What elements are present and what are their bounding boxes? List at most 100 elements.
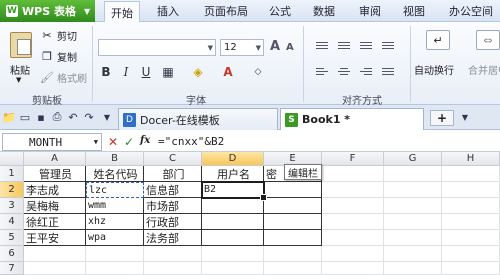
cell-b3[interactable]: wmm	[86, 198, 144, 214]
app-menu-button[interactable]: W WPS 表格 ▼	[0, 0, 95, 22]
cell-f3[interactable]	[322, 198, 384, 214]
cell-h6[interactable]	[442, 246, 500, 262]
shrink-font-button[interactable]: A	[286, 42, 294, 53]
text-direction-icon[interactable]	[380, 38, 396, 52]
cell-b5[interactable]: wpa	[86, 230, 144, 246]
column-header-f[interactable]: F	[322, 152, 384, 166]
paste-button[interactable]: 粘贴 ▼	[2, 24, 38, 88]
cell-c1[interactable]: 部门	[144, 166, 202, 182]
align-bottom-icon[interactable]	[358, 38, 374, 52]
cell-d4[interactable]	[202, 214, 264, 230]
tab-formulas[interactable]: 公式	[262, 0, 298, 22]
cell-g6[interactable]	[384, 246, 442, 262]
row-header-1[interactable]: 1	[0, 166, 24, 182]
cell-e2[interactable]	[264, 182, 322, 198]
chevron-down-icon[interactable]: ▼	[458, 110, 472, 124]
cell-d1[interactable]: 用户名	[202, 166, 264, 182]
cell-h4[interactable]	[442, 214, 500, 230]
merge-center-button[interactable]: 合并居中	[468, 62, 500, 77]
cell-g7[interactable]	[384, 262, 442, 275]
border-icon[interactable]: ▦	[160, 64, 176, 80]
justify-icon[interactable]	[380, 64, 396, 78]
cell-g1[interactable]	[384, 166, 442, 182]
cell-a4[interactable]: 徐红正	[24, 214, 86, 230]
cell-h2[interactable]	[442, 182, 500, 198]
cell-a1[interactable]: 管理员	[24, 166, 86, 182]
row-header-3[interactable]: 3	[0, 198, 24, 214]
cell-d7[interactable]	[202, 262, 264, 275]
cell-e7[interactable]	[264, 262, 322, 275]
cell-c3[interactable]: 市场部	[144, 198, 202, 214]
folder-icon[interactable]: 📁	[2, 110, 16, 124]
cell-a6[interactable]	[24, 246, 86, 262]
cancel-icon[interactable]: ✕	[108, 135, 118, 149]
row-header-7[interactable]: 7	[0, 262, 24, 275]
cell-b2[interactable]: lzc	[86, 182, 144, 198]
italic-button[interactable]: I	[118, 64, 134, 80]
cell-f7[interactable]	[322, 262, 384, 275]
underline-button[interactable]: U	[138, 64, 154, 80]
row-header-2[interactable]: 2	[0, 182, 24, 198]
cell-e5[interactable]	[264, 230, 322, 246]
save-icon[interactable]: ▪	[34, 110, 48, 124]
cell-h7[interactable]	[442, 262, 500, 275]
cell-c7[interactable]	[144, 262, 202, 275]
tab-page-layout[interactable]: 页面布局	[196, 0, 256, 22]
tab-view[interactable]: 视图	[396, 0, 432, 22]
cell-e4[interactable]	[264, 214, 322, 230]
column-header-g[interactable]: G	[384, 152, 442, 166]
cell-h5[interactable]	[442, 230, 500, 246]
cell-a3[interactable]: 吴梅梅	[24, 198, 86, 214]
column-header-h[interactable]: H	[442, 152, 500, 166]
cell-c4[interactable]: 行政部	[144, 214, 202, 230]
select-all-corner[interactable]	[0, 152, 24, 166]
tab-office-space[interactable]: 办公空间	[442, 0, 500, 22]
font-color-icon[interactable]: A	[220, 64, 236, 80]
new-tab-button[interactable]: +	[430, 110, 454, 126]
cell-h1[interactable]	[442, 166, 500, 182]
cell-d6[interactable]	[202, 246, 264, 262]
cell-d2[interactable]: B2	[202, 182, 264, 198]
cell-e3[interactable]	[264, 198, 322, 214]
row-header-6[interactable]: 6	[0, 246, 24, 262]
formula-input[interactable]: ="cnxx"&B2	[158, 135, 224, 148]
column-header-c[interactable]: C	[144, 152, 202, 166]
wrap-text-icon[interactable]: ↵	[426, 30, 450, 50]
cell-b4[interactable]: xhz	[86, 214, 144, 230]
cell-g3[interactable]	[384, 198, 442, 214]
cell-f6[interactable]	[322, 246, 384, 262]
tab-docer-templates[interactable]: D Docer-在线模板	[118, 108, 278, 130]
align-top-icon[interactable]	[314, 38, 330, 52]
tab-book1[interactable]: S Book1 *	[280, 108, 424, 130]
cell-d5[interactable]	[202, 230, 264, 246]
cell-a2[interactable]: 李志成	[24, 182, 86, 198]
cell-g2[interactable]	[384, 182, 442, 198]
grow-font-button[interactable]: A	[270, 39, 280, 54]
insert-function-icon[interactable]: fx	[140, 135, 150, 146]
cell-a7[interactable]	[24, 262, 86, 275]
cell-c2[interactable]: 信息部	[144, 182, 202, 198]
align-center-icon[interactable]	[336, 64, 352, 78]
column-header-b[interactable]: B	[86, 152, 144, 166]
align-left-icon[interactable]	[314, 64, 330, 78]
tab-review[interactable]: 审阅	[352, 0, 388, 22]
name-box[interactable]: MONTH ▼	[2, 133, 102, 151]
print-icon[interactable]: ⎙	[50, 110, 64, 124]
cell-d3[interactable]	[202, 198, 264, 214]
tab-data[interactable]: 数据	[306, 0, 342, 22]
cell-a5[interactable]: 王平安	[24, 230, 86, 246]
font-size-select[interactable]: 12 ▼	[220, 39, 264, 56]
tab-insert[interactable]: 插入	[148, 0, 188, 22]
open-icon[interactable]: ▭	[18, 110, 32, 124]
align-right-icon[interactable]	[358, 64, 374, 78]
cell-f5[interactable]	[322, 230, 384, 246]
undo-icon[interactable]: ↶	[66, 110, 80, 124]
bold-button[interactable]: B	[98, 64, 114, 80]
cell-g4[interactable]	[384, 214, 442, 230]
copy-button[interactable]: ❐ 复制	[40, 49, 77, 64]
fill-color-icon[interactable]: ◈	[190, 64, 206, 80]
align-middle-icon[interactable]	[336, 38, 352, 52]
clear-format-icon[interactable]: ◇	[250, 64, 266, 80]
redo-icon[interactable]: ↷	[82, 110, 96, 124]
cell-c5[interactable]: 法务部	[144, 230, 202, 246]
